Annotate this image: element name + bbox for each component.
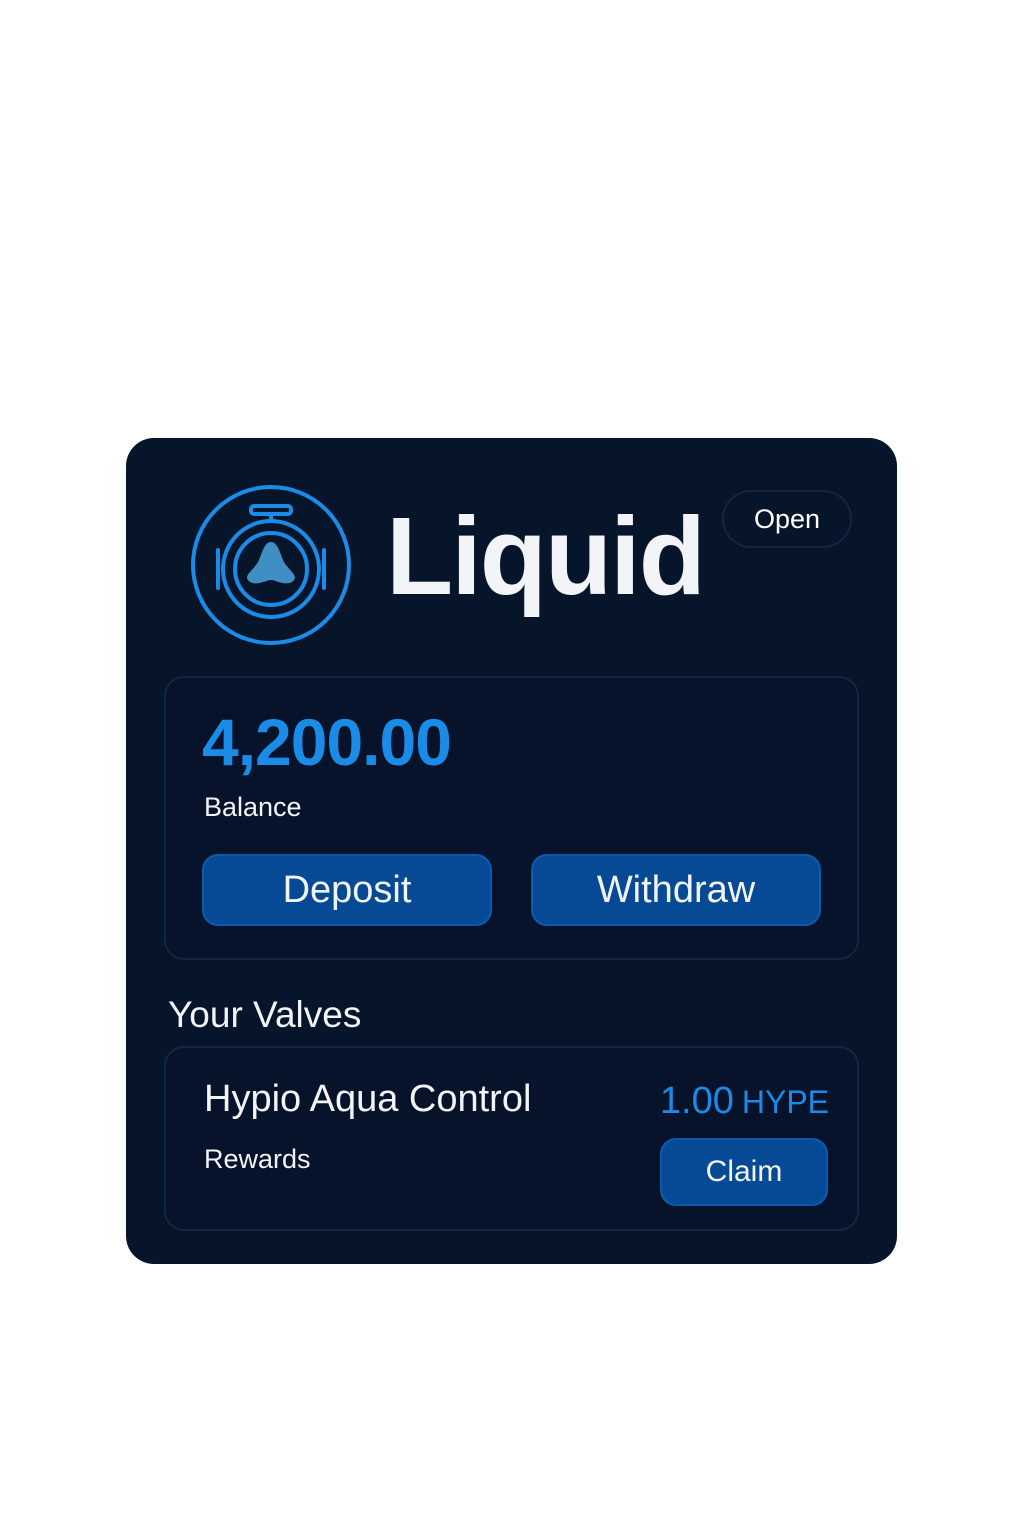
claim-button[interactable]: Claim — [660, 1138, 828, 1206]
withdraw-button[interactable]: Withdraw — [531, 854, 821, 926]
valve-rewards-label: Rewards — [204, 1144, 311, 1174]
valve-reward: 1.00 HYPE — [660, 1080, 829, 1123]
reward-amount: 1.00 — [659, 1080, 734, 1122]
valve-icon — [191, 485, 351, 645]
liquid-card: Liquid Open 4,200.00 Balance Deposit Wit… — [126, 438, 897, 1264]
open-button[interactable]: Open — [722, 490, 852, 548]
valve-name: Hypio Aqua Control — [204, 1078, 532, 1120]
app-title: Liquid — [386, 495, 706, 618]
balance-label: Balance — [204, 792, 302, 822]
deposit-button[interactable]: Deposit — [202, 854, 492, 926]
reward-unit: HYPE — [741, 1084, 829, 1120]
valve-list-item: Hypio Aqua Control Rewards 1.00 HYPE Clai… — [164, 1046, 859, 1231]
balance-panel: 4,200.00 Balance Deposit Withdraw — [164, 676, 859, 960]
section-title-your-valves: Your Valves — [168, 994, 362, 1035]
balance-amount: 4,200.00 — [202, 705, 452, 779]
